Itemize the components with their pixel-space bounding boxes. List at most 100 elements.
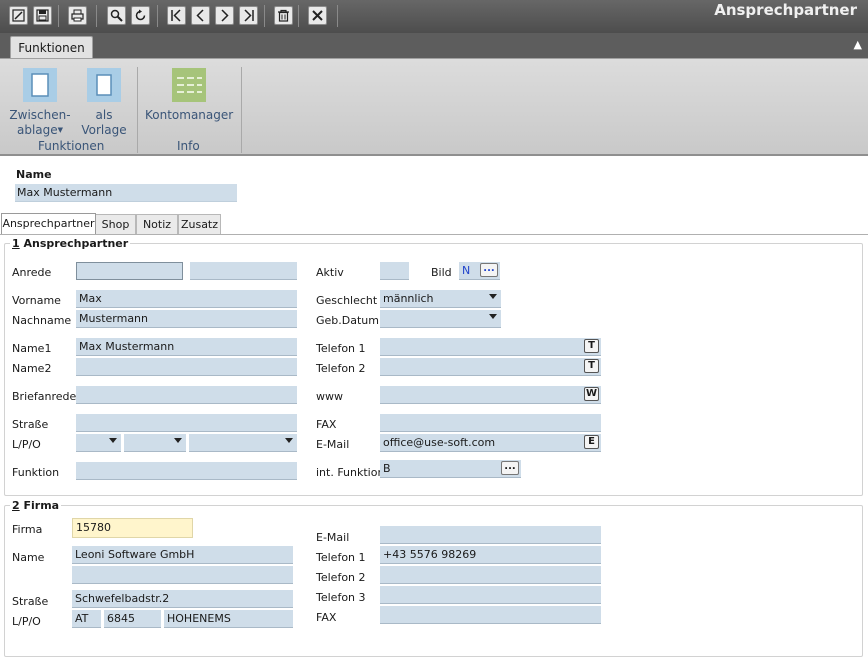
- section-firma-title: 2 Firma: [10, 499, 62, 512]
- delete-icon[interactable]: [274, 6, 293, 25]
- telefon2-field[interactable]: T: [380, 358, 601, 376]
- label-vorname: Vorname: [12, 294, 61, 307]
- phone-action-button[interactable]: T: [584, 359, 599, 373]
- search-icon[interactable]: [107, 6, 126, 25]
- nachname-field[interactable]: Mustermann: [76, 310, 297, 328]
- first-icon[interactable]: [167, 6, 186, 25]
- land-select[interactable]: [76, 434, 121, 452]
- last-icon[interactable]: [239, 6, 258, 25]
- ellipsis-button[interactable]: ...: [480, 263, 498, 277]
- tab-shop[interactable]: Shop: [95, 214, 136, 234]
- quick-access-toolbar: Ansprechpartner: [0, 0, 868, 33]
- plz-select[interactable]: [124, 434, 186, 452]
- ribbon-collapse-icon[interactable]: ▲: [854, 38, 862, 51]
- strasse-field[interactable]: [76, 414, 297, 432]
- firma-name-field[interactable]: Leoni Software GmbH: [72, 546, 293, 564]
- phone-action-button[interactable]: T: [584, 339, 599, 353]
- funktion-field[interactable]: [76, 462, 297, 480]
- refresh-icon[interactable]: [131, 6, 150, 25]
- int-funktion-field[interactable]: B...: [380, 460, 521, 478]
- prev-icon[interactable]: [191, 6, 210, 25]
- name1-field[interactable]: Max Mustermann: [76, 338, 297, 356]
- close-icon[interactable]: [308, 6, 327, 25]
- label-strasse: Straße: [12, 418, 49, 431]
- aktiv-field[interactable]: [380, 262, 409, 280]
- firma-field[interactable]: 15780: [72, 518, 193, 538]
- briefanrede-field[interactable]: [76, 386, 297, 404]
- label-int-funktion: int. Funktion: [316, 466, 385, 479]
- web-action-button[interactable]: W: [584, 387, 599, 401]
- chevron-down-icon: [489, 314, 497, 319]
- email-action-button[interactable]: E: [584, 435, 599, 449]
- account-manager-button[interactable]: Kontomanager: [145, 68, 233, 123]
- firma-plz-field[interactable]: 6845: [104, 610, 161, 628]
- label-firma-telefon1: Telefon 1: [316, 551, 366, 564]
- label-gebdatum: Geb.Datum: [316, 314, 379, 327]
- next-icon[interactable]: [215, 6, 234, 25]
- clipboard-button[interactable]: Zwischen- ablage▼: [8, 68, 72, 138]
- ribbon: Zwischen- ablage▼ als Vorlage Funktionen…: [0, 58, 868, 156]
- label-firma-name: Name: [12, 551, 45, 564]
- label-nachname: Nachname: [12, 314, 72, 327]
- ribbon-tabstrip: [0, 33, 868, 59]
- template-icon: [87, 68, 121, 102]
- clipboard-label-2: ablage: [16, 123, 58, 137]
- label-firma-telefon3: Telefon 3: [316, 591, 366, 604]
- label-geschlecht: Geschlecht: [316, 294, 378, 307]
- ribbon-tab-funktionen[interactable]: Funktionen: [10, 36, 93, 59]
- label-firma-telefon2: Telefon 2: [316, 571, 366, 584]
- firma-strasse-field[interactable]: Schwefelbadstr.2: [72, 590, 293, 608]
- group-label-info: Info: [177, 139, 200, 153]
- edit-icon[interactable]: [9, 6, 28, 25]
- label-aktiv: Aktiv: [316, 266, 344, 279]
- label-name2: Name2: [12, 362, 52, 375]
- tab-zusatz[interactable]: Zusatz: [178, 214, 221, 234]
- anrede-field-2[interactable]: [190, 262, 297, 280]
- firma-telefon2-field[interactable]: [380, 566, 601, 584]
- name-label: Name: [16, 168, 52, 181]
- firma-land-field[interactable]: AT: [72, 610, 101, 628]
- firma-name2-field[interactable]: [72, 566, 293, 584]
- window-title: Ansprechpartner: [714, 1, 857, 19]
- firma-email-field[interactable]: [380, 526, 601, 544]
- save-icon[interactable]: [33, 6, 52, 25]
- tab-notiz[interactable]: Notiz: [136, 214, 178, 234]
- print-icon[interactable]: [68, 6, 87, 25]
- chevron-down-icon: [285, 438, 293, 443]
- label-briefanrede: Briefanrede: [12, 390, 77, 403]
- gebdatum-select[interactable]: [380, 310, 501, 328]
- bild-field[interactable]: N...: [459, 262, 500, 280]
- label-bild: Bild: [431, 266, 452, 279]
- anrede-field[interactable]: [76, 262, 183, 280]
- label-email: E-Mail: [316, 438, 350, 451]
- template-label-2: Vorlage: [81, 123, 127, 137]
- www-field[interactable]: W: [380, 386, 601, 404]
- clipboard-label-1: Zwischen-: [9, 108, 71, 122]
- group-label-funktionen: Funktionen: [38, 139, 105, 153]
- ort-select[interactable]: [189, 434, 297, 452]
- as-template-button[interactable]: als Vorlage: [80, 68, 128, 138]
- tab-ansprechpartner[interactable]: Ansprechpartner: [1, 213, 96, 234]
- firma-ort-field[interactable]: HOHENEMS: [164, 610, 293, 628]
- chevron-down-icon: [489, 294, 497, 299]
- label-name1: Name1: [12, 342, 52, 355]
- fax-field[interactable]: [380, 414, 601, 432]
- firma-telefon1-field[interactable]: +43 5576 98269: [380, 546, 601, 564]
- label-lpo: L/P/O: [12, 438, 41, 451]
- email-field[interactable]: office@use-soft.com E: [380, 434, 601, 452]
- ellipsis-button[interactable]: ...: [501, 461, 519, 475]
- name-field[interactable]: Max Mustermann: [15, 184, 237, 202]
- account-manager-label: Kontomanager: [145, 108, 234, 122]
- chevron-down-icon: [109, 438, 117, 443]
- label-firma: Firma: [12, 523, 43, 536]
- name2-field[interactable]: [76, 358, 297, 376]
- chevron-down-icon: [174, 438, 182, 443]
- telefon1-field[interactable]: T: [380, 338, 601, 356]
- geschlecht-select[interactable]: männlich: [380, 290, 501, 308]
- label-telefon2: Telefon 2: [316, 362, 366, 375]
- firma-fax-field[interactable]: [380, 606, 601, 624]
- label-fax: FAX: [316, 418, 337, 431]
- firma-telefon3-field[interactable]: [380, 586, 601, 604]
- vorname-field[interactable]: Max: [76, 290, 297, 308]
- clipboard-icon: [23, 68, 57, 102]
